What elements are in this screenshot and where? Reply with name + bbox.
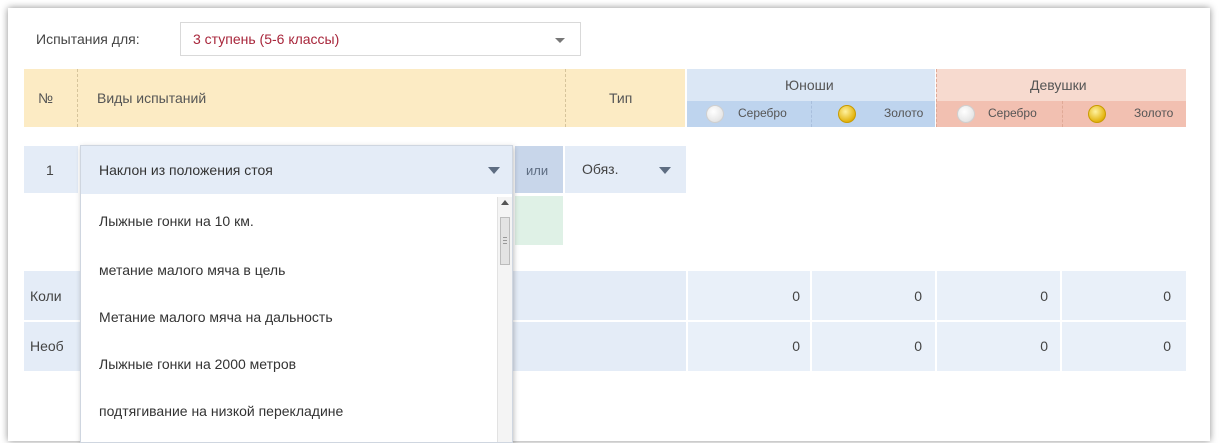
required-boys-gold: 0 xyxy=(914,338,922,354)
count-girls-silver: 0 xyxy=(1040,288,1048,304)
count-girls-gold: 0 xyxy=(1163,288,1171,304)
chevron-down-icon[interactable] xyxy=(488,167,500,174)
header-girls-title: Девушки xyxy=(1030,77,1087,93)
required-girls-gold: 0 xyxy=(1163,338,1171,354)
or-button[interactable]: или xyxy=(515,146,563,193)
boys-silver-label[interactable]: Серебро xyxy=(738,106,787,120)
dropdown-option[interactable]: Лыжные гонки на 10 км. xyxy=(99,213,254,229)
gold-medal-icon xyxy=(1088,105,1106,123)
scroll-thumb[interactable] xyxy=(500,217,510,265)
header-boys-title: Юноши xyxy=(785,77,834,93)
filter-label: Испытания для: xyxy=(36,31,140,47)
exercise-dropdown[interactable]: Наклон из положения стоя Лыжные гонки на… xyxy=(80,145,513,443)
dropdown-scrollbar[interactable] xyxy=(497,197,512,442)
type-select[interactable]: Обяз. xyxy=(565,146,686,193)
count-boys-silver: 0 xyxy=(792,288,800,304)
count-boys-gold: 0 xyxy=(914,288,922,304)
chevron-down-icon xyxy=(555,38,565,43)
chevron-down-icon xyxy=(659,167,671,174)
dropdown-option[interactable]: Метание малого мяча на дальность xyxy=(99,309,333,325)
exercise-select[interactable]: Наклон из положения стоя xyxy=(81,146,512,194)
dropdown-option[interactable]: подтягивание на низкой перекладине xyxy=(99,403,343,419)
alt-cell xyxy=(515,196,563,245)
gold-medal-icon xyxy=(838,105,856,123)
row-required-label: Необ xyxy=(30,338,64,354)
header-kind[interactable]: Виды испытаний xyxy=(97,90,206,106)
header-type[interactable]: Тип xyxy=(609,90,632,106)
stage-select-value: 3 ступень (5-6 классы) xyxy=(193,31,340,47)
row-count-label: Коли xyxy=(30,288,62,304)
required-boys-silver: 0 xyxy=(792,338,800,354)
scroll-up-icon[interactable] xyxy=(501,200,509,205)
exercise-select-value: Наклон из положения стоя xyxy=(99,162,273,178)
silver-medal-icon xyxy=(706,105,724,123)
or-label: или xyxy=(526,163,549,178)
girls-gold-label[interactable]: Золото xyxy=(1134,106,1173,120)
header-num[interactable]: № xyxy=(38,90,53,106)
required-girls-silver: 0 xyxy=(1040,338,1048,354)
type-select-value: Обяз. xyxy=(582,161,619,177)
dropdown-option[interactable]: Лыжные гонки на 2000 метров xyxy=(99,356,296,372)
stage-select[interactable]: 3 ступень (5-6 классы) xyxy=(180,22,581,56)
boys-gold-label[interactable]: Золото xyxy=(884,106,923,120)
row-number: 1 xyxy=(46,162,54,178)
girls-silver-label[interactable]: Серебро xyxy=(988,106,1037,120)
dropdown-option[interactable]: метание малого мяча в цель xyxy=(99,262,285,278)
silver-medal-icon xyxy=(957,105,975,123)
